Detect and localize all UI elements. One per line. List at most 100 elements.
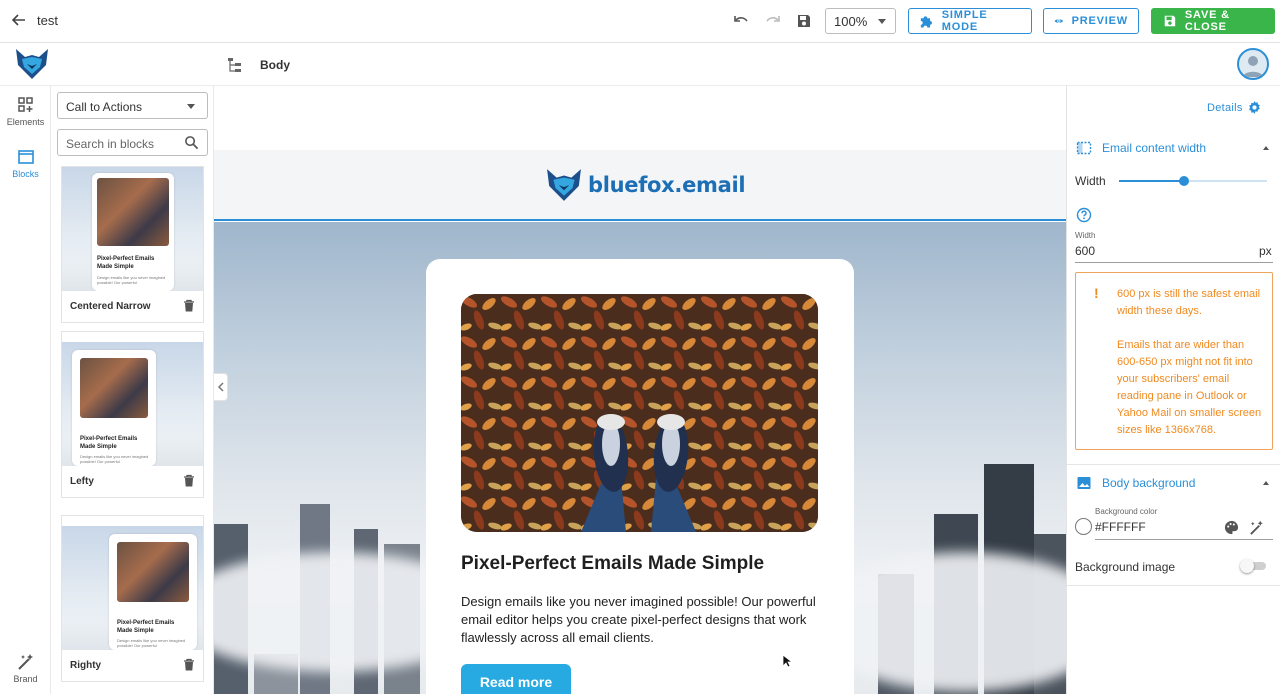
preview-label: PREVIEW bbox=[1071, 15, 1128, 27]
help-icon[interactable] bbox=[1076, 207, 1092, 228]
thumb-text: Design emails like you never imagined po… bbox=[117, 638, 186, 648]
eye-icon bbox=[1054, 19, 1064, 23]
width-field-label: Width bbox=[1075, 231, 1096, 240]
thumb-title: Pixel-Perfect Emails Made Simple bbox=[117, 620, 175, 634]
undo-icon[interactable] bbox=[730, 10, 752, 32]
block-thumbnail: Pixel-Perfect Emails Made Simple Design … bbox=[62, 342, 203, 466]
color-picker-wand-icon[interactable] bbox=[1249, 520, 1264, 540]
block-card-lefty[interactable]: Pixel-Perfect Emails Made Simple Design … bbox=[61, 331, 204, 498]
redo-icon[interactable] bbox=[762, 10, 784, 32]
save-disk-icon[interactable] bbox=[793, 10, 815, 32]
collapse-panel-chevron-icon[interactable] bbox=[214, 373, 228, 401]
block-card-name: Righty bbox=[70, 660, 102, 671]
background-color-swatch[interactable] bbox=[1075, 518, 1092, 535]
hero-image[interactable] bbox=[461, 294, 818, 532]
block-card-name: Lefty bbox=[70, 476, 94, 487]
block-thumbnail: Pixel-Perfect Emails Made Simple Design … bbox=[62, 167, 203, 291]
puzzle-icon bbox=[920, 16, 932, 28]
thumb-text: Design emails like you never imagined po… bbox=[80, 454, 149, 464]
zoom-value: 100% bbox=[834, 14, 868, 29]
section-title: Email content width bbox=[1102, 141, 1207, 155]
width-frame-icon bbox=[1076, 141, 1092, 155]
blocks-panel: Call to Actions Search in blocks Pixel-P… bbox=[51, 86, 214, 694]
background-image-label: Background image bbox=[1075, 560, 1176, 574]
block-category-select[interactable]: Call to Actions bbox=[57, 92, 208, 119]
chevron-up-icon[interactable] bbox=[1263, 481, 1269, 485]
background-color-underline bbox=[1095, 539, 1273, 540]
user-avatar[interactable] bbox=[1237, 48, 1269, 80]
thumb-title: Pixel-Perfect Emails Made Simple bbox=[97, 256, 155, 270]
rail-label-blocks: Blocks bbox=[12, 169, 39, 179]
search-icon[interactable] bbox=[184, 135, 199, 153]
details-label: Details bbox=[1207, 101, 1243, 114]
width-input[interactable]: 600 bbox=[1075, 244, 1095, 258]
thumb-text: Design emails like you never imagined po… bbox=[97, 275, 166, 285]
email-header[interactable]: bluefox.email bbox=[214, 150, 1066, 221]
email-body-background[interactable]: Pixel-Perfect Emails Made Simple Design … bbox=[214, 222, 1066, 694]
gear-icon bbox=[1248, 101, 1260, 114]
section-body-background[interactable]: Body background bbox=[1067, 465, 1280, 501]
card-body-text[interactable]: Design emails like you never imagined po… bbox=[461, 593, 821, 647]
width-slider-fill bbox=[1119, 180, 1185, 182]
warning-exclamation-icon: ! bbox=[1094, 285, 1099, 301]
save-and-close-label: SAVE & CLOSE bbox=[1184, 9, 1230, 33]
layers-tree-icon[interactable] bbox=[227, 57, 243, 78]
document-title: test bbox=[37, 13, 58, 28]
block-card-righty[interactable]: Pixel-Perfect Emails Made Simple Design … bbox=[61, 515, 204, 682]
thumb-title: Pixel-Perfect Emails Made Simple bbox=[80, 436, 138, 450]
warning-line-1: 600 px is still the safest email width t… bbox=[1117, 288, 1261, 317]
rail-item-elements[interactable]: Elements bbox=[0, 96, 51, 127]
block-card-centered-narrow[interactable]: Pixel-Perfect Emails Made Simple Design … bbox=[61, 166, 204, 323]
section-title: Body background bbox=[1102, 476, 1196, 490]
width-slider[interactable] bbox=[1119, 176, 1267, 186]
brand-logo: bluefox.email bbox=[544, 167, 746, 203]
zoom-select[interactable]: 100% bbox=[825, 8, 896, 34]
block-search-placeholder: Search in blocks bbox=[66, 137, 155, 151]
background-image-toggle[interactable] bbox=[1240, 559, 1266, 573]
trash-icon[interactable] bbox=[183, 658, 195, 674]
simple-mode-button[interactable]: SIMPLE MODE bbox=[908, 8, 1032, 34]
details-button[interactable]: Details bbox=[1207, 101, 1261, 114]
background-color-input[interactable]: #FFFFFF bbox=[1095, 520, 1146, 534]
width-slider-thumb[interactable] bbox=[1179, 176, 1190, 186]
fox-logo-icon bbox=[547, 169, 581, 201]
warning-line-2: Emails that are wider than 600-650 px mi… bbox=[1117, 339, 1262, 436]
save-and-close-button[interactable]: SAVE & CLOSE bbox=[1151, 8, 1275, 34]
width-slider-label: Width bbox=[1075, 174, 1106, 188]
palette-icon[interactable] bbox=[1224, 520, 1239, 540]
settings-panel: Email content width Width Width 600 px !… bbox=[1066, 86, 1280, 694]
blocks-icon bbox=[0, 148, 51, 166]
chevron-down-icon bbox=[187, 104, 195, 109]
breadcrumb[interactable]: Body bbox=[260, 58, 290, 72]
card-title[interactable]: Pixel-Perfect Emails Made Simple bbox=[461, 553, 764, 575]
background-color-label: Background color bbox=[1095, 507, 1158, 516]
chevron-up-icon[interactable] bbox=[1263, 146, 1269, 150]
rail-item-blocks[interactable]: Blocks bbox=[0, 148, 51, 179]
back-arrow-icon[interactable] bbox=[8, 9, 30, 31]
rail-item-brand[interactable]: Brand bbox=[0, 653, 51, 684]
email-content-card[interactable]: Pixel-Perfect Emails Made Simple Design … bbox=[426, 259, 854, 694]
editor-subbar: Body bbox=[0, 43, 1280, 86]
mouse-cursor-icon bbox=[782, 654, 794, 673]
chevron-down-icon bbox=[878, 19, 886, 24]
read-more-button[interactable]: Read more bbox=[461, 664, 571, 694]
trash-icon[interactable] bbox=[183, 474, 195, 490]
rail-label-elements: Elements bbox=[6, 117, 45, 127]
trash-icon[interactable] bbox=[183, 299, 195, 315]
save-icon bbox=[1164, 15, 1176, 27]
toggle-knob[interactable] bbox=[1240, 559, 1254, 573]
email-canvas[interactable]: bluefox.email Pixel-Perfect Emails Made … bbox=[214, 86, 1066, 694]
fox-logo-icon[interactable] bbox=[14, 47, 50, 86]
section-divider bbox=[1067, 585, 1280, 586]
section-email-content-width[interactable]: Email content width bbox=[1067, 130, 1280, 166]
brand-wand-icon bbox=[0, 653, 51, 671]
simple-mode-label: SIMPLE MODE bbox=[941, 9, 988, 33]
warning-text: 600 px is still the safest email width t… bbox=[1117, 286, 1267, 439]
preview-button[interactable]: PREVIEW bbox=[1043, 8, 1139, 34]
top-toolbar: test 100% SIMPLE MODE PREVIEW SAVE & CLO… bbox=[0, 0, 1280, 43]
width-warning-box: ! 600 px is still the safest email width… bbox=[1075, 272, 1273, 450]
block-search-input[interactable]: Search in blocks bbox=[57, 129, 208, 156]
image-icon bbox=[1077, 477, 1091, 489]
width-unit: px bbox=[1259, 244, 1272, 258]
brand-name: bluefox.email bbox=[588, 173, 746, 197]
